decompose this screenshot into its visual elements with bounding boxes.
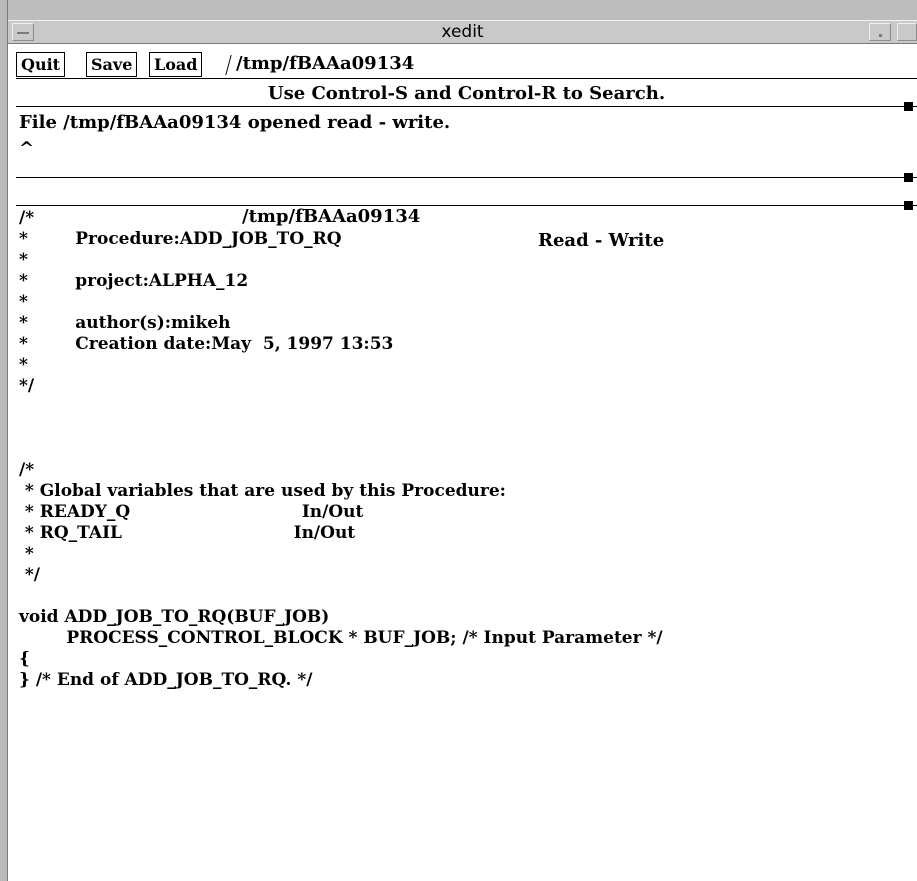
- message-line: ^: [19, 138, 35, 159]
- code-line: */: [19, 565, 41, 585]
- load-button[interactable]: Load: [149, 52, 203, 77]
- code-line: *: [19, 355, 28, 375]
- status-line: /tmp/fBAAa09134 Read - Write: [16, 181, 917, 251]
- code-line: /*: [19, 460, 35, 480]
- code-line: PROCESS_CONTROL_BLOCK * BUF_JOB; /* Inpu…: [19, 628, 663, 648]
- code-line: */: [19, 376, 35, 396]
- code-line: } /* End of ADD_JOB_TO_RQ. */: [19, 670, 313, 690]
- window-maximize-button[interactable]: [897, 23, 917, 41]
- minimize-icon: [879, 34, 882, 37]
- text-cursor: [225, 55, 232, 75]
- message-line: File /tmp/fBAAa09134 opened read - write…: [19, 112, 451, 133]
- code-line: *: [19, 292, 28, 312]
- code-line: * project:ALPHA_12: [19, 271, 249, 291]
- window-titlebar[interactable]: xedit: [8, 20, 917, 44]
- code-line: * Creation date:May 5, 1997 13:53: [19, 334, 394, 354]
- search-hint: Use Control-S and Control-R to Search.: [267, 83, 666, 104]
- save-button[interactable]: Save: [86, 52, 138, 77]
- code-line: * Procedure:ADD_JOB_TO_RQ: [19, 229, 342, 249]
- code-line: *: [19, 544, 34, 564]
- window-frame-top: [8, 0, 917, 20]
- window-left-border: [0, 0, 8, 881]
- window-title: xedit: [441, 22, 484, 42]
- code-line: * author(s):mikeh: [19, 313, 231, 333]
- pane-divider[interactable]: [16, 205, 917, 206]
- code-line: * RQ_TAIL In/Out: [19, 523, 356, 543]
- quit-button[interactable]: Quit: [16, 52, 66, 77]
- code-line: *: [19, 250, 28, 270]
- code-line: void ADD_JOB_TO_RQ(BUF_JOB): [19, 607, 330, 627]
- editor-text-area[interactable]: /* * Procedure:ADD_JOB_TO_RQ * * project:AL…: [16, 208, 917, 881]
- code-line: {: [19, 649, 30, 669]
- pane-divider[interactable]: [16, 106, 917, 107]
- filename-value: /tmp/fBAAa09134: [236, 53, 415, 74]
- divider: [16, 78, 917, 79]
- code-line: /*: [19, 208, 35, 228]
- code-line: * Global variables that are used by this…: [19, 481, 506, 501]
- message-pane[interactable]: File /tmp/fBAAa09134 opened read - write…: [16, 110, 917, 174]
- code-line: * READY_Q In/Out: [19, 502, 364, 522]
- command-bar: Quit Save Load /tmp/fBAAa09134: [16, 52, 917, 78]
- pane-divider[interactable]: [16, 177, 917, 178]
- filename-input[interactable]: /tmp/fBAAa09134: [225, 52, 415, 77]
- window-minimize-button[interactable]: [869, 23, 891, 41]
